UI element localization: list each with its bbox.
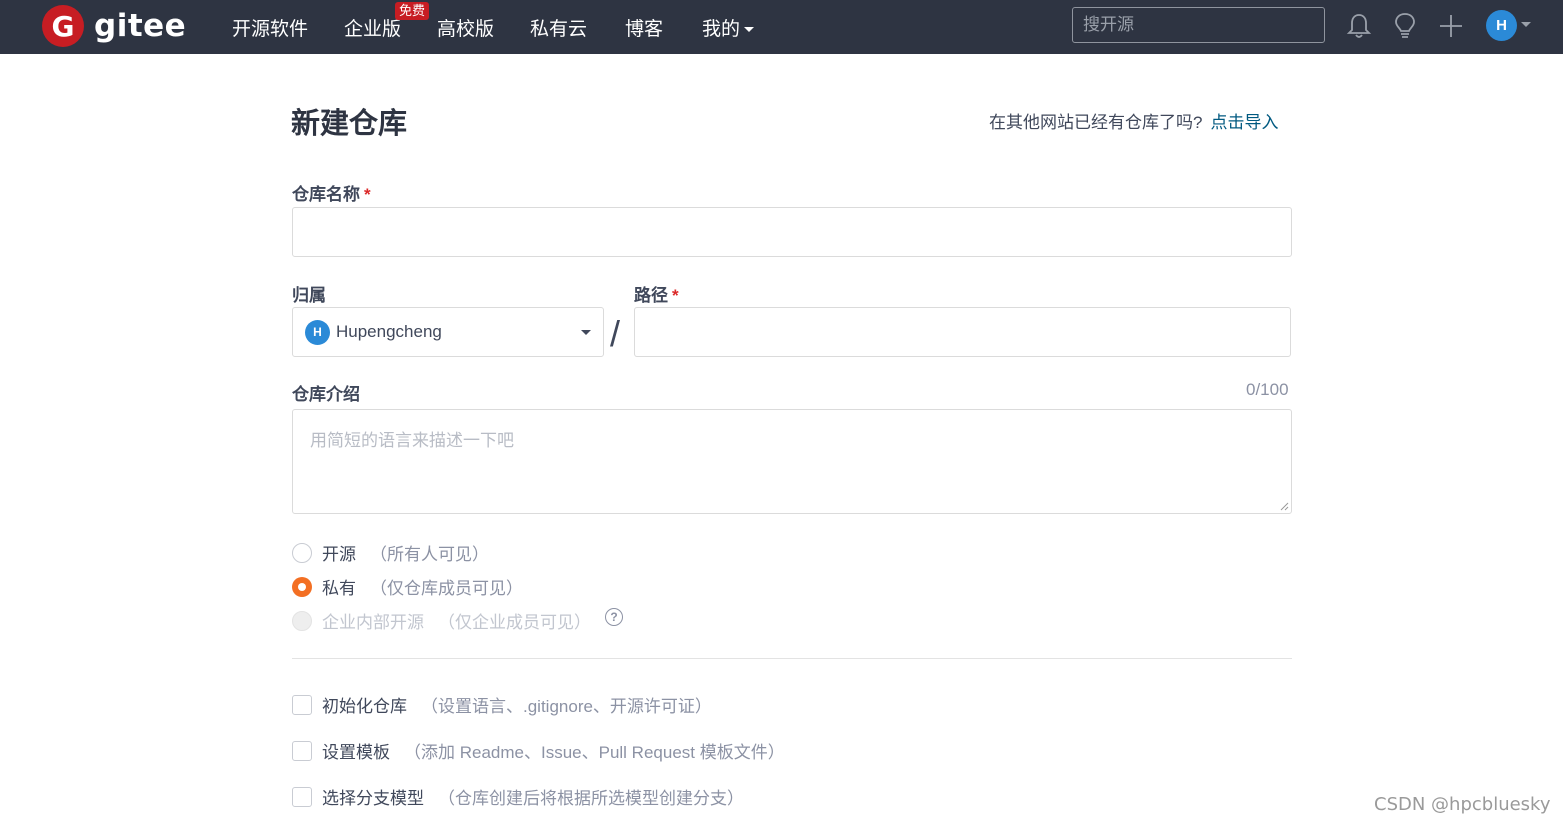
radio-button[interactable] [292,542,312,563]
checkbox-label: 选择分支模型 [322,789,424,808]
bell-icon[interactable] [1346,12,1372,40]
repo-name-input[interactable] [292,207,1292,257]
import-prompt-text: 在其他网站已经有仓库了吗? [989,113,1203,132]
radio-label: 私有 [322,579,356,598]
visibility-enterprise-internal: 企业内部开源 （仅企业成员可见） ? [292,607,623,633]
nav-enterprise[interactable]: 企业版 [344,14,401,41]
import-prompt: 在其他网站已经有仓库了吗? 点击导入 [989,108,1278,133]
radio-button-disabled [292,610,312,631]
radio-button-selected[interactable] [292,576,312,597]
repo-name-label: 仓库名称 * [292,185,371,204]
nav-blog[interactable]: 博客 [625,14,663,41]
svg-text:G: G [52,10,75,43]
owner-select[interactable]: H Hupengcheng [292,307,604,357]
description-label: 仓库介绍 [292,385,360,404]
search-input[interactable] [1072,7,1325,43]
path-input[interactable] [634,307,1291,357]
user-avatar[interactable]: H [1486,10,1517,41]
free-badge: 免费 [395,2,430,20]
radio-hint: （仅仓库成员可见） [370,579,523,598]
page-title: 新建仓库 [291,108,408,140]
top-navbar: G gitee 开源软件 企业版 免费 高校版 私有云 博客 我的 H [0,0,1563,54]
owner-value: Hupengcheng [336,322,442,341]
nav-mine-label: 我的 [702,19,741,40]
checkbox-hint: （设置语言、.gitignore、开源许可证） [421,697,712,716]
chevron-down-icon [744,27,755,33]
checkbox[interactable] [292,786,312,807]
owner-label: 归属 [292,286,326,305]
option-init-repo[interactable]: 初始化仓库 （设置语言、.gitignore、开源许可证） [292,692,712,717]
radio-hint: （仅企业成员可见） [438,613,591,632]
owner-avatar: H [305,319,330,345]
help-icon[interactable]: ? [605,607,623,626]
checkbox[interactable] [292,740,312,761]
required-mark: * [672,286,679,305]
checkbox-hint: （添加 Readme、Issue、Pull Request 模板文件） [404,743,785,762]
description-counter: 0/100 [1246,380,1289,399]
lightbulb-icon[interactable] [1392,12,1418,40]
option-branch-model[interactable]: 选择分支模型 （仓库创建后将根据所选模型创建分支） [292,784,744,809]
gitee-logo[interactable]: G gitee [42,4,186,48]
nav-mine-dropdown[interactable]: 我的 [702,14,755,41]
avatar-chevron-down-icon[interactable] [1521,22,1531,27]
radio-hint: （所有人可见） [370,545,489,564]
required-mark: * [364,185,371,204]
checkbox-label: 设置模板 [322,743,390,762]
description-textarea[interactable]: 用简短的语言来描述一下吧 [292,409,1292,514]
visibility-private[interactable]: 私有 （仅仓库成员可见） [292,574,523,599]
divider [292,658,1292,659]
nav-private-cloud[interactable]: 私有云 [530,14,587,41]
checkbox[interactable] [292,694,312,715]
chevron-down-icon [581,330,591,335]
radio-label: 企业内部开源 [322,613,424,632]
description-placeholder: 用简短的语言来描述一下吧 [310,431,514,450]
path-separator: / [610,313,621,354]
checkbox-label: 初始化仓库 [322,697,407,716]
watermark: CSDN @hpcbluesky [1374,794,1551,815]
plus-icon[interactable] [1438,12,1464,40]
option-set-template[interactable]: 设置模板 （添加 Readme、Issue、Pull Request 模板文件） [292,738,785,763]
nav-education[interactable]: 高校版 [437,14,494,41]
nav-open-source[interactable]: 开源软件 [232,14,308,41]
gitee-logo-badge: G [42,5,84,47]
visibility-open-source[interactable]: 开源 （所有人可见） [292,540,489,565]
resize-grip-icon[interactable] [1279,501,1289,511]
path-label: 路径 * [634,286,679,305]
radio-label: 开源 [322,545,356,564]
gitee-logo-text: gitee [94,8,187,44]
import-link[interactable]: 点击导入 [1210,113,1278,132]
checkbox-hint: （仓库创建后将根据所选模型创建分支） [438,789,744,808]
